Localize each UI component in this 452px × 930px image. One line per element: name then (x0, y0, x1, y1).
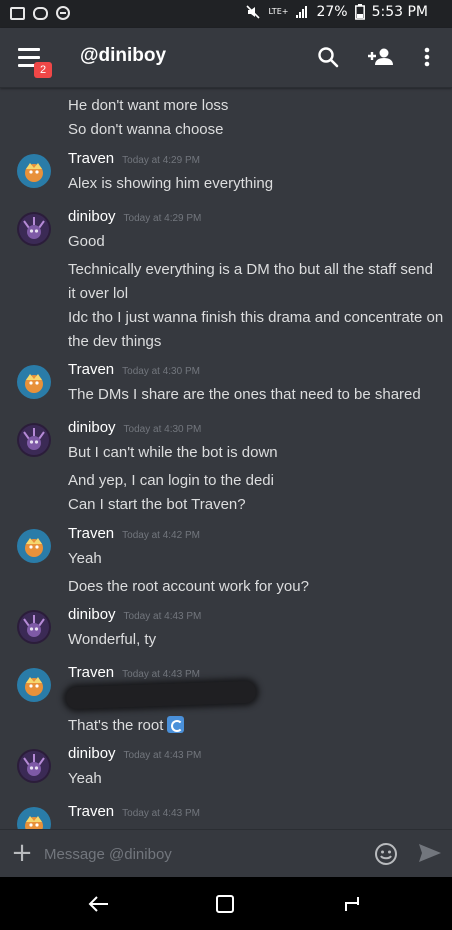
message-text: Alex is showing him everything (68, 175, 274, 192)
author-name[interactable]: Traven (68, 525, 114, 542)
message-text: And yep, I can login to the dedi (68, 472, 274, 489)
back-button[interactable] (86, 891, 112, 917)
avatar[interactable] (17, 365, 51, 399)
channel-title: @diniboy (80, 45, 167, 66)
author-line: Traven Today at 4:29 PM (68, 150, 200, 167)
battery-percent: 27% (316, 4, 348, 20)
author-name[interactable]: Traven (68, 803, 114, 820)
author-line: diniboy Today at 4:30 PM (68, 419, 201, 436)
status-right: LTE+ 27% 5:53 PM (245, 4, 428, 20)
author-line: Traven Today at 4:43 PM (68, 803, 200, 820)
back-icon (88, 896, 108, 912)
author-line: Traven Today at 4:43 PM (68, 664, 200, 681)
author-name[interactable]: diniboy (68, 606, 116, 623)
message-text: Good (68, 233, 105, 250)
add-friend-icon (368, 48, 393, 65)
message-text: Yeah (68, 550, 102, 567)
author-name[interactable]: Traven (68, 150, 114, 167)
recents-icon (216, 895, 234, 913)
message-text: Does the root account work for you? (68, 578, 309, 595)
message-text: Idc tho I just wanna finish this drama a… (68, 309, 444, 350)
message-text: Yeah (68, 770, 102, 787)
notification-badge: 2 (34, 62, 52, 78)
message-text: That's the root (68, 714, 444, 738)
timestamp: Today at 4:30 PM (122, 366, 200, 377)
menu-button[interactable]: 2 (18, 48, 52, 78)
message-composer: + (0, 829, 452, 877)
home-button[interactable] (212, 891, 238, 917)
plus-icon: + (11, 838, 33, 868)
timestamp: Today at 4:43 PM (122, 669, 200, 680)
author-line: diniboy Today at 4:29 PM (68, 208, 201, 225)
timestamp: Today at 4:29 PM (122, 155, 200, 166)
redaction-scribble (65, 680, 257, 710)
recents-button[interactable] (339, 891, 365, 917)
more-vert-icon (424, 47, 430, 67)
send-icon (419, 844, 441, 862)
menu-icon-bar (18, 56, 40, 59)
search-button[interactable] (315, 44, 341, 70)
status-left (10, 6, 70, 20)
system-nav-bar (0, 877, 452, 930)
author-name[interactable]: diniboy (68, 745, 116, 762)
message-input[interactable] (44, 842, 364, 866)
menu-icon (18, 48, 40, 51)
avatar[interactable] (17, 529, 51, 563)
author-line: Traven Today at 4:42 PM (68, 525, 200, 542)
timestamp: Today at 4:43 PM (123, 611, 202, 622)
home-icon (345, 897, 359, 911)
network-type: LTE+ (268, 7, 289, 16)
add-friend-button[interactable] (366, 44, 398, 70)
timestamp: Today at 4:29 PM (123, 213, 202, 224)
avatar[interactable] (17, 423, 51, 457)
message-text: Can I start the bot Traven? (68, 496, 246, 513)
clock: 5:53 PM (371, 4, 428, 20)
timestamp: Today at 4:30 PM (123, 424, 202, 435)
avatar[interactable] (17, 668, 51, 702)
avatar[interactable] (17, 212, 51, 246)
message-text-content: That's the root (68, 717, 164, 734)
gallery-icon (10, 6, 25, 20)
avatar[interactable] (17, 807, 51, 829)
timestamp: Today at 4:43 PM (122, 808, 200, 819)
more-options-button[interactable] (414, 44, 440, 70)
signal-icon (296, 6, 308, 18)
message-text: Wonderful, ty (68, 631, 157, 648)
emoji-icon (375, 843, 397, 865)
app-header: 2 @diniboy (0, 28, 452, 88)
author-line: diniboy Today at 4:43 PM (68, 745, 201, 762)
message-text: But I can't while the bot is down (68, 444, 278, 461)
avatar[interactable] (17, 154, 51, 188)
message-text: So don't wanna choose (68, 121, 224, 138)
status-bar: LTE+ 27% 5:53 PM (0, 0, 452, 28)
emoji-button[interactable] (374, 842, 398, 866)
search-icon (318, 47, 339, 68)
message-text: He don't want more loss (68, 97, 229, 114)
message-list[interactable]: He don't want more loss So don't wanna c… (0, 88, 452, 829)
avatar[interactable] (17, 749, 51, 783)
send-button[interactable] (417, 842, 443, 866)
author-name[interactable]: Traven (68, 664, 114, 681)
author-name[interactable]: diniboy (68, 419, 116, 436)
author-line: diniboy Today at 4:43 PM (68, 606, 201, 623)
timestamp: Today at 4:43 PM (123, 750, 202, 761)
repeat-emoji-icon (167, 716, 185, 733)
blocked-icon (56, 6, 70, 20)
message-text: The DMs I share are the ones that need t… (68, 386, 421, 403)
avatar[interactable] (17, 610, 51, 644)
battery-icon (354, 4, 365, 20)
attach-button[interactable]: + (11, 840, 33, 866)
mute-icon (246, 5, 261, 19)
author-name[interactable]: Traven (68, 361, 114, 378)
game-icon (33, 6, 48, 20)
timestamp: Today at 4:42 PM (122, 530, 200, 541)
author-name[interactable]: diniboy (68, 208, 116, 225)
author-line: Traven Today at 4:30 PM (68, 361, 200, 378)
message-text: Technically everything is a DM tho but a… (68, 261, 433, 302)
